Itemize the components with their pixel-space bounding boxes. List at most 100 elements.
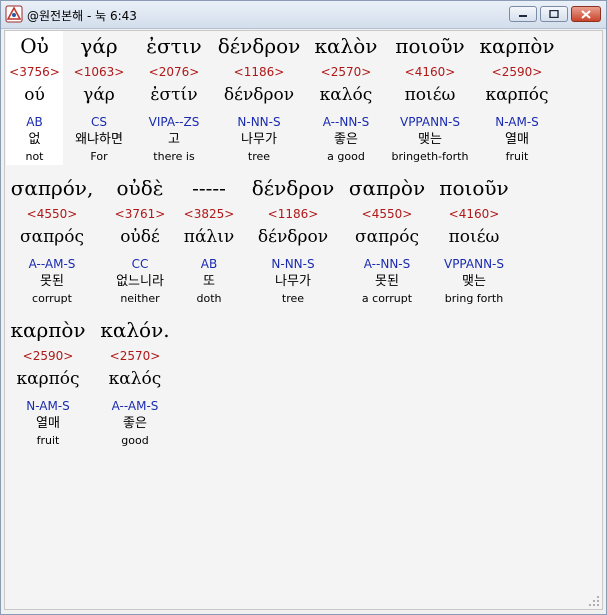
strong-number[interactable]: <2570>	[303, 63, 389, 81]
maximize-button[interactable]	[540, 6, 568, 22]
lemma: καλός	[108, 369, 162, 389]
word-block[interactable]: σαπρόν, <4550> σαπρός A--AM-S 못된 corrupt	[7, 173, 97, 307]
greek-word: ποιοῦν	[395, 34, 465, 58]
strong-number[interactable]: <4160>	[431, 205, 517, 223]
greek-word: δένδρον	[217, 34, 301, 58]
english-gloss: fruit	[505, 150, 529, 163]
greek-word: ἐστιν	[146, 34, 202, 58]
strong-number[interactable]: <4550>	[344, 205, 430, 223]
morph-code: VPPANN-S	[443, 257, 505, 271]
lemma: καρπός	[16, 369, 80, 389]
morph-code: CS	[91, 115, 107, 129]
word-block[interactable]: Οὐ <3756> ού AB 없 not	[6, 31, 63, 165]
english-gloss: good	[121, 434, 149, 447]
strong-number[interactable]: <2590>	[474, 63, 560, 81]
morph-code: AB	[26, 115, 43, 129]
app-logo-icon	[5, 5, 23, 23]
interlinear-view[interactable]: Οὐ <3756> ού AB 없 not γάρ <1063> γάρ CS …	[4, 30, 603, 610]
lemma: δένδρον	[223, 85, 295, 105]
close-button[interactable]	[571, 6, 601, 22]
english-gloss: tree	[247, 150, 271, 163]
word-block[interactable]: καλόν. <2570> καλός A--AM-S 좋은 good	[92, 315, 178, 449]
strong-number[interactable]: <3825>	[166, 205, 252, 223]
morph-code: VIPA--ZS	[148, 115, 200, 129]
morph-code: VPPANN-S	[399, 115, 461, 129]
lemma: σαπρός	[19, 227, 84, 247]
strong-number[interactable]: <1186>	[216, 63, 302, 81]
korean-gloss: 고	[168, 132, 180, 147]
lemma: δένδρον	[257, 227, 329, 247]
english-gloss: bringeth-forth	[391, 150, 469, 163]
greek-word: Οὐ	[20, 34, 49, 58]
word-block[interactable]: ----- <3825> πάλιν AB 또 doth	[166, 173, 252, 307]
greek-word: σαπρὸν	[348, 176, 426, 200]
english-gloss: corrupt	[32, 292, 72, 305]
lemma: ποιέω	[404, 85, 456, 105]
lemma: καλός	[319, 85, 373, 105]
lemma: σαπρός	[354, 227, 419, 247]
morph-code: N-AM-S	[26, 399, 70, 413]
greek-word: καρπὸν	[10, 318, 86, 342]
morph-code: N-NN-S	[237, 115, 281, 129]
lemma: ἐστίν	[150, 85, 198, 105]
strong-number[interactable]: <1063>	[56, 63, 142, 81]
morph-code: N-AM-S	[495, 115, 539, 129]
strong-number[interactable]: <4550>	[7, 205, 97, 223]
greek-word: ποιοῦν	[439, 176, 509, 200]
close-icon	[581, 9, 591, 19]
english-gloss: there is	[153, 150, 195, 163]
korean-gloss: 없	[28, 132, 41, 147]
korean-gloss: 못된	[40, 274, 64, 289]
korean-gloss: 못된	[375, 274, 399, 289]
greek-word: δένδρον	[251, 176, 335, 200]
strong-number[interactable]: <2076>	[131, 63, 217, 81]
korean-gloss: 또	[203, 274, 215, 289]
morph-code: A--NN-S	[363, 257, 411, 271]
greek-word: -----	[192, 176, 226, 200]
word-block[interactable]: καλὸν <2570> καλός A--NN-S 좋은 a good	[303, 31, 389, 165]
greek-word: καρπὸν	[479, 34, 555, 58]
strong-number[interactable]: <4160>	[387, 63, 473, 81]
word-block[interactable]: ἐστιν <2076> ἐστίν VIPA--ZS 고 there is	[131, 31, 217, 165]
strong-number[interactable]: <1186>	[250, 205, 336, 223]
title-bar[interactable]: @원전본해 - 눅 6:43	[1, 1, 606, 29]
english-gloss: tree	[281, 292, 305, 305]
english-gloss: bring forth	[444, 292, 504, 305]
word-block[interactable]: ποιοῦν <4160> ποιέω VPPANN-S 맺는 bringeth…	[387, 31, 473, 165]
korean-gloss: 나무가	[241, 132, 277, 147]
greek-word: καλὸν	[314, 34, 378, 58]
word-block[interactable]: δένδρον <1186> δένδρον N-NN-S 나무가 tree	[216, 31, 302, 165]
korean-gloss: 맺는	[418, 132, 442, 147]
word-block[interactable]: σαπρὸν <4550> σαπρός A--NN-S 못된 a corrup…	[344, 173, 430, 307]
word-block[interactable]: ποιοῦν <4160> ποιέω VPPANN-S 맺는 bring fo…	[431, 173, 517, 307]
morph-code: A--NN-S	[322, 115, 370, 129]
korean-gloss: 열매	[505, 132, 529, 147]
greek-word: γάρ	[80, 34, 118, 58]
english-gloss: a corrupt	[361, 292, 413, 305]
strong-number[interactable]: <3756>	[6, 63, 63, 81]
word-block[interactable]: δένδρον <1186> δένδρον N-NN-S 나무가 tree	[250, 173, 336, 307]
greek-word: καλόν.	[100, 318, 170, 342]
lemma: ού	[24, 85, 45, 105]
strong-number[interactable]: <2570>	[92, 347, 178, 365]
korean-gloss: 좋은	[123, 416, 147, 431]
word-block[interactable]: καρπὸν <2590> καρπός N-AM-S 열매 fruit	[474, 31, 560, 165]
english-gloss: For	[90, 150, 108, 163]
english-gloss: not	[25, 150, 44, 163]
word-block[interactable]: γάρ <1063> γάρ CS 왜냐하면 For	[56, 31, 142, 165]
korean-gloss: 왜냐하면	[75, 132, 123, 147]
minimize-button[interactable]	[509, 6, 537, 22]
maximize-icon	[549, 10, 559, 18]
morph-code: A--AM-S	[28, 257, 76, 271]
morph-code: A--AM-S	[111, 399, 159, 413]
lemma: καρπός	[485, 85, 549, 105]
window-title: @원전본해 - 눅 6:43	[27, 9, 137, 23]
korean-gloss: 나무가	[275, 274, 311, 289]
korean-gloss: 맺는	[462, 274, 486, 289]
greek-word: σαπρόν,	[10, 176, 94, 200]
strong-number[interactable]: <2590>	[5, 347, 91, 365]
resize-grip-icon[interactable]	[588, 595, 600, 607]
lemma: ποιέω	[448, 227, 500, 247]
minimize-icon	[519, 15, 527, 17]
word-block[interactable]: καρπὸν <2590> καρπός N-AM-S 열매 fruit	[5, 315, 91, 449]
